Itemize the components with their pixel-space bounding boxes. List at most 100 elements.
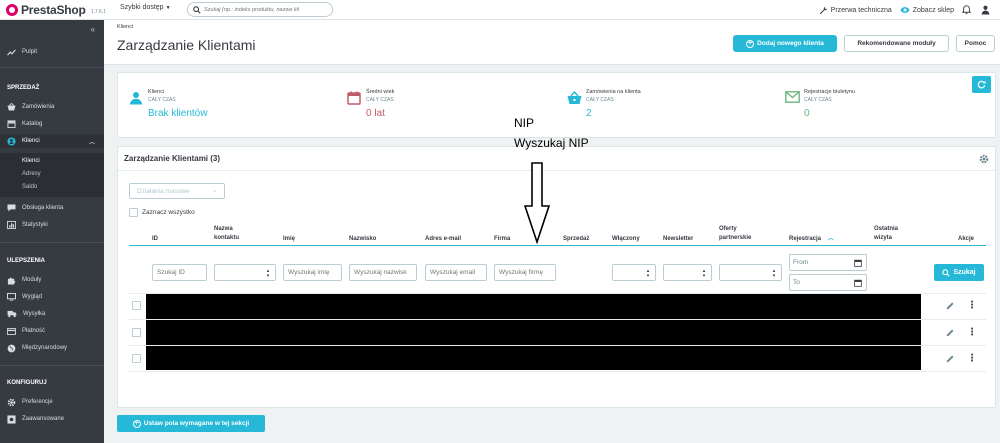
column-header-sales[interactable]: Sprzedaż	[563, 235, 589, 244]
add-circle-icon: +	[132, 419, 141, 428]
kpi-title: Rejestracje biuletynu	[804, 89, 856, 95]
column-header-last-name[interactable]: Nazwisko	[349, 235, 376, 244]
filter-enabled-select[interactable]	[612, 264, 656, 281]
select-all[interactable]: Zaznacz wszystko	[129, 208, 195, 217]
breadcrumb[interactable]: Klienci	[117, 24, 133, 30]
page-title: Zarządzanie Klientami	[117, 37, 256, 53]
sidebar-item-customer-service[interactable]: Obsługa klienta	[0, 201, 104, 215]
filter-first-name-input[interactable]	[283, 264, 342, 281]
panel-title: Zarządzanie Klientami (3)	[124, 154, 221, 163]
row-actions: ⋮	[946, 353, 977, 363]
quick-access-menu[interactable]: Szybki dostęp ▼	[120, 4, 171, 11]
calendar-icon[interactable]	[854, 259, 862, 267]
filter-partner-offers-select[interactable]	[719, 264, 782, 281]
more-vertical-icon[interactable]: ⋮	[967, 353, 977, 363]
notifications-button[interactable]	[962, 5, 971, 15]
profile-button[interactable]	[981, 5, 990, 15]
sort-ascending-icon[interactable]: ︿	[828, 236, 834, 242]
column-header-first-name[interactable]: Imię	[283, 235, 295, 244]
column-header-registration[interactable]: Rejestracja ︿	[789, 235, 834, 244]
page-header: Klienci Zarządzanie Klientami + Dodaj no…	[104, 20, 1000, 65]
sidebar-item-orders[interactable]: Zamówienia	[0, 100, 104, 114]
global-search[interactable]	[187, 2, 333, 17]
trending-up-icon	[7, 48, 16, 55]
annotation-arrow-down-icon	[523, 162, 551, 244]
sidebar-section-sell: SPRZEDAŻ	[7, 85, 40, 91]
prestashop-logo-icon	[6, 4, 18, 16]
column-header-email[interactable]: Adres e-mail	[425, 235, 461, 244]
submenu-item-balance[interactable]: Saldo	[22, 184, 37, 190]
gear-icon[interactable]	[979, 154, 989, 164]
submenu-item-customers[interactable]: Klienci	[22, 158, 40, 164]
sidebar-item-label: Płatność	[22, 328, 46, 334]
bulk-actions-dropdown[interactable]: Działania masowe ⌄	[129, 183, 225, 199]
sidebar-item-customers[interactable]: Klienci ︿	[0, 134, 104, 148]
add-circle-icon: +	[746, 39, 755, 48]
filter-search-button[interactable]: Szukaj	[934, 264, 984, 281]
recommended-modules-button[interactable]: Rekomendowane moduły	[844, 35, 949, 52]
help-button[interactable]: Pomoc	[956, 35, 995, 52]
row-checkbox[interactable]	[132, 354, 141, 363]
row-divider	[129, 371, 986, 372]
sidebar-item-catalog[interactable]: Katalog	[0, 117, 104, 131]
sidebar-item-dashboard[interactable]: Pulpit	[0, 45, 104, 59]
more-vertical-icon[interactable]: ⋮	[967, 327, 977, 337]
kpi-period: CAŁY CZAS	[148, 97, 176, 103]
view-shop-link[interactable]: Zobacz sklep	[900, 6, 954, 14]
sidebar-item-shipping[interactable]: Wysyłka	[0, 307, 104, 321]
sidebar-section-configure: KONFIGURUJ	[7, 380, 47, 386]
basket-icon	[7, 103, 16, 111]
submenu-item-addresses[interactable]: Adresy	[22, 171, 41, 177]
kpi-period: CAŁY CZAS	[366, 97, 394, 103]
filter-company-input[interactable]	[494, 264, 556, 281]
column-header-last-visit[interactable]: Ostatnia wizyta	[874, 225, 910, 243]
filter-date-to[interactable]: To	[789, 274, 867, 291]
bulk-actions-label: Działania masowe	[137, 187, 190, 195]
sidebar-item-stats[interactable]: Statystyki	[0, 218, 104, 232]
edit-pencil-icon[interactable]	[946, 354, 955, 363]
sidebar-item-modules[interactable]: Moduły	[0, 273, 104, 287]
edit-pencil-icon[interactable]	[946, 328, 955, 337]
credit-card-icon	[7, 327, 16, 335]
filter-email-input[interactable]	[425, 264, 487, 281]
filter-contact-name-select[interactable]	[214, 264, 276, 281]
filter-newsletter-select[interactable]	[663, 264, 712, 281]
sidebar-item-label: Statystyki	[22, 222, 48, 228]
filter-last-name-input[interactable]	[349, 264, 417, 281]
column-header-contact-name[interactable]: Nazwa kontaktu	[214, 225, 254, 243]
sidebar-item-label: Klienci	[22, 138, 40, 144]
column-header-enabled[interactable]: Włączony	[612, 235, 640, 244]
set-required-fields-button[interactable]: + Ustaw pola wymagane w tej sekcji	[117, 415, 265, 432]
filter-id-input[interactable]	[152, 264, 207, 281]
sidebar-item-payment[interactable]: Płatność	[0, 324, 104, 338]
sidebar-item-preferences[interactable]: Preferencje	[0, 395, 104, 409]
sidebar-divider	[0, 365, 104, 366]
refresh-kpi-button[interactable]	[972, 76, 991, 93]
row-checkbox[interactable]	[132, 301, 141, 310]
sidebar-item-international[interactable]: Międzynarodowy	[0, 341, 104, 355]
date-from-placeholder: From	[793, 259, 809, 266]
sidebar-item-design[interactable]: Wygląd	[0, 290, 104, 304]
edit-pencil-icon[interactable]	[946, 301, 955, 310]
add-customer-button[interactable]: + Dodaj nowego klienta	[733, 35, 837, 52]
column-header-id[interactable]: ID	[152, 235, 158, 244]
column-header-newsletter[interactable]: Newsletter	[663, 235, 693, 244]
add-customer-label: Dodaj nowego klienta	[757, 40, 824, 47]
sidebar-item-advanced[interactable]: Zaawansowane	[0, 412, 104, 426]
sidebar-divider	[0, 67, 104, 68]
collapse-sidebar-icon[interactable]: «	[91, 25, 95, 34]
global-search-input[interactable]	[204, 6, 328, 13]
column-header-company[interactable]: Firma	[494, 235, 510, 244]
filter-date-from[interactable]: From	[789, 254, 867, 271]
maintenance-link[interactable]: Przerwa techniczna	[819, 6, 892, 15]
logo[interactable]: PrestaShop 1.7.6.1	[6, 3, 106, 17]
more-vertical-icon[interactable]: ⋮	[967, 300, 977, 310]
maintenance-label: Przerwa techniczna	[830, 6, 892, 14]
envelope-icon	[785, 91, 800, 103]
column-header-partner-offers[interactable]: Oferty partnerskie	[719, 225, 767, 243]
calendar-icon[interactable]	[854, 279, 862, 287]
select-all-checkbox[interactable]	[129, 208, 138, 217]
truck-icon	[7, 310, 17, 318]
header-underline	[129, 245, 986, 246]
row-checkbox[interactable]	[132, 328, 141, 337]
